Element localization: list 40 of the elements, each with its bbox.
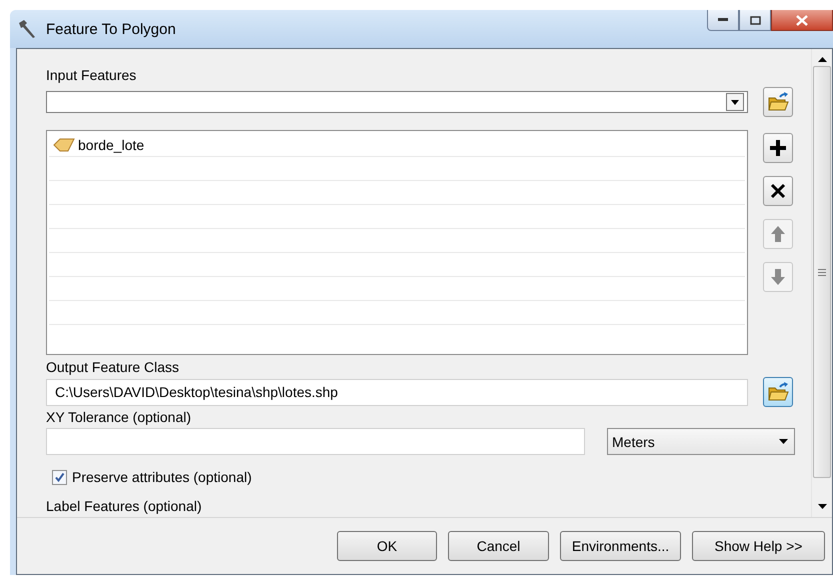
dropdown-arrow-icon — [731, 100, 739, 104]
maximize-button[interactable] — [739, 10, 771, 31]
folder-icon — [767, 382, 789, 402]
up-arrow-icon — [770, 225, 786, 243]
browse-button[interactable] — [763, 87, 793, 117]
environments-button[interactable]: Environments... — [560, 531, 681, 561]
close-icon — [770, 183, 786, 199]
dropdown-arrow-icon — [779, 439, 788, 444]
grip-icon — [818, 268, 826, 276]
remove-button[interactable] — [763, 176, 793, 206]
checkbox-label: Preserve attributes (optional) — [72, 469, 252, 485]
maximize-icon — [750, 16, 760, 24]
list-item[interactable]: borde_lote — [49, 133, 745, 157]
scroll-up-icon[interactable] — [818, 57, 826, 62]
scroll-down-icon[interactable] — [818, 504, 826, 509]
add-button[interactable] — [763, 133, 793, 163]
ok-button[interactable]: OK — [337, 531, 437, 561]
units-dropdown[interactable]: Meters — [607, 428, 795, 455]
output-path-field[interactable]: C:\Users\DAVID\Desktop\tesina\shp\lotes.shp — [46, 378, 748, 406]
hammer-icon — [16, 19, 38, 39]
close-button[interactable] — [771, 10, 833, 31]
minimize-icon — [718, 18, 728, 22]
scroll-thumb[interactable] — [813, 66, 831, 478]
field-label: Output Feature Class — [46, 359, 180, 375]
polyline-layer-icon — [53, 138, 75, 152]
xy-tolerance-field[interactable] — [46, 428, 585, 455]
down-arrow-icon — [770, 268, 786, 286]
browse-button[interactable] — [763, 377, 793, 407]
field-label: Input Features — [46, 67, 138, 83]
field-label: Label Features (optional) — [46, 498, 203, 514]
folder-icon — [767, 92, 789, 112]
field-label: XY Tolerance (optional) — [46, 409, 192, 425]
window-title: Feature To Polygon — [46, 20, 176, 38]
input-features-dropdown[interactable] — [46, 91, 748, 113]
show-help-button[interactable]: Show Help >> — [692, 531, 825, 561]
checkbox[interactable] — [52, 470, 67, 484]
minimize-button[interactable] — [707, 10, 739, 31]
cancel-button[interactable]: Cancel — [448, 531, 549, 561]
close-icon — [796, 14, 808, 26]
plus-icon — [769, 139, 787, 157]
